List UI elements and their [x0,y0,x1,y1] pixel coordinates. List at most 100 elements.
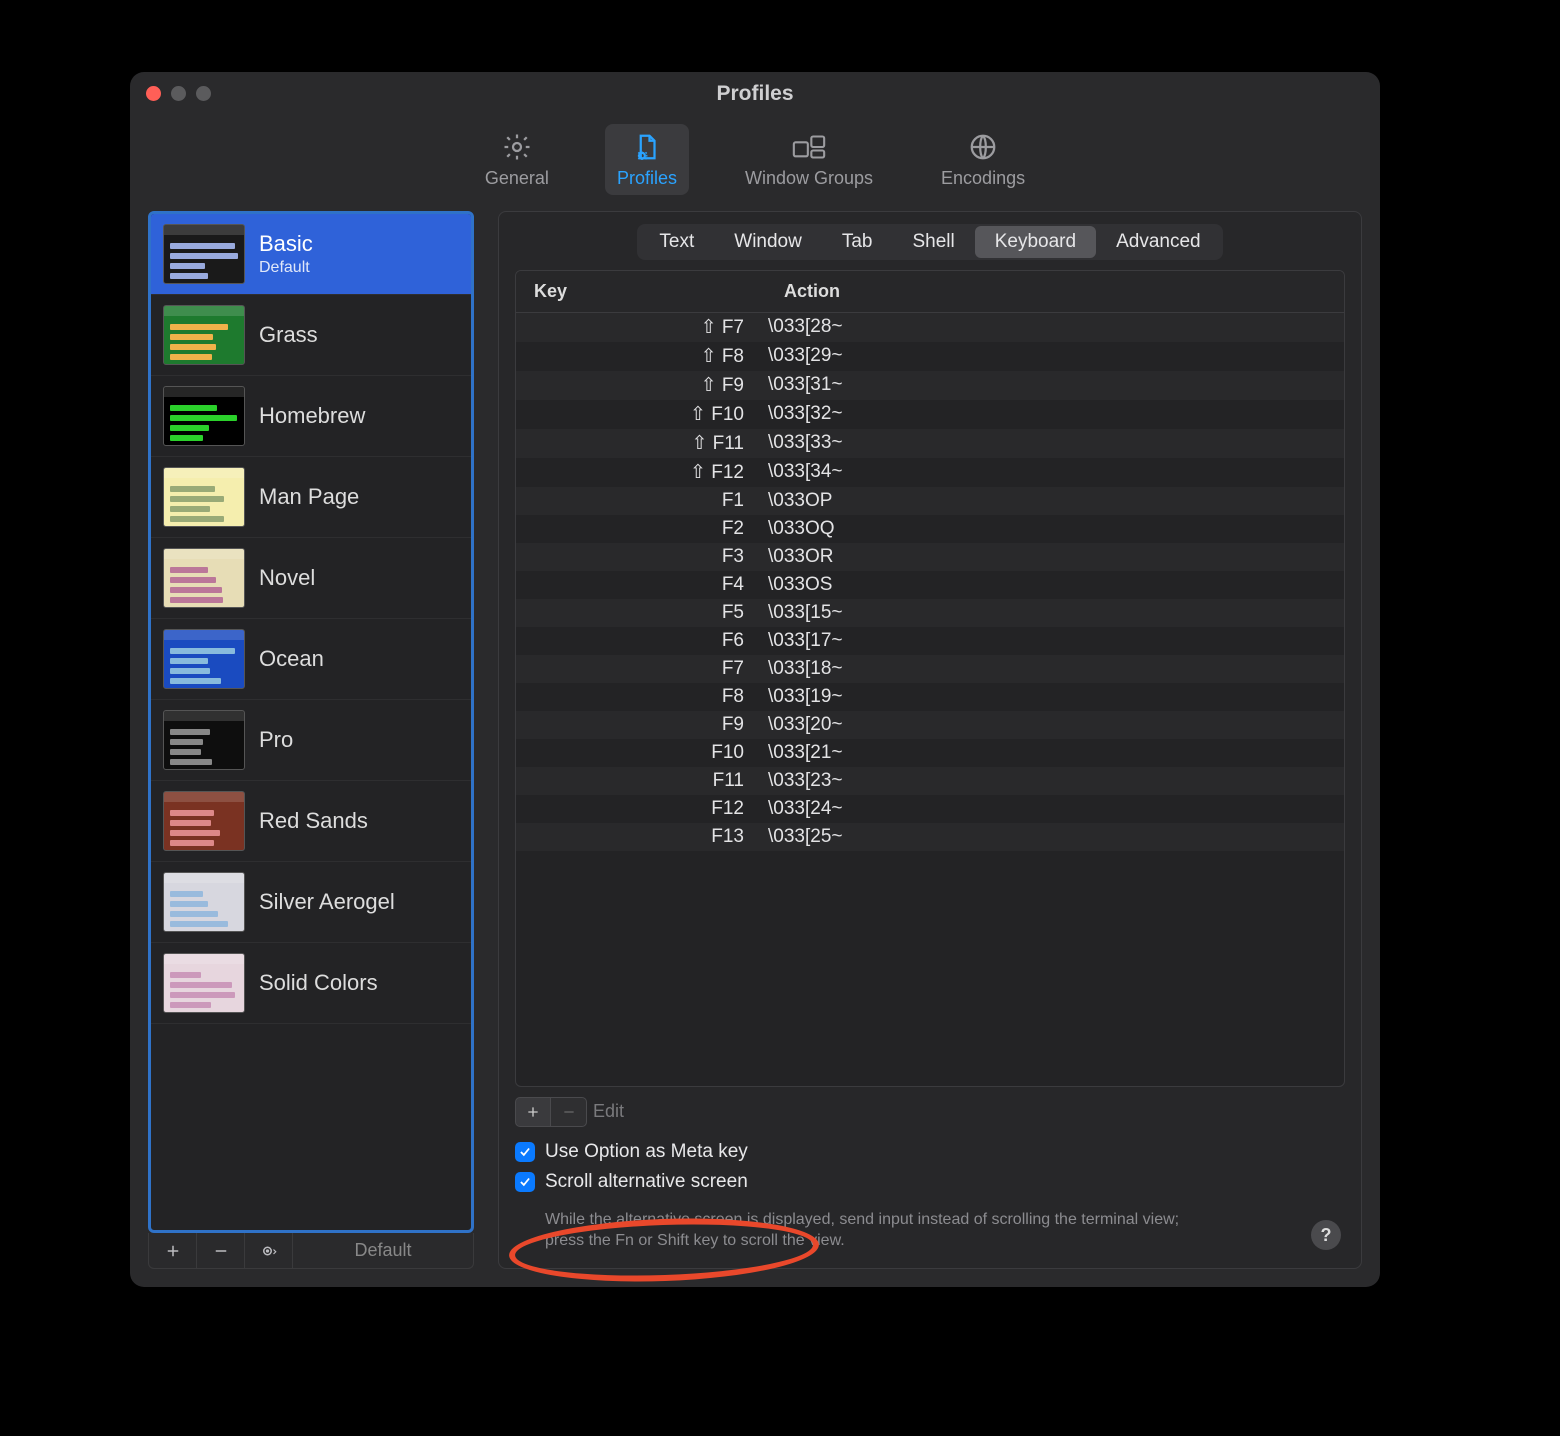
table-row[interactable]: F7\033[18~ [516,655,1344,683]
profile-item[interactable]: Homebrew [151,376,471,457]
profile-item[interactable]: Red Sands [151,781,471,862]
table-row[interactable]: F1\033OP [516,487,1344,515]
cell-action: \033[34~ [768,461,843,484]
gear-icon [499,132,535,162]
table-row[interactable]: F12\033[24~ [516,795,1344,823]
profile-thumbnail [163,548,245,608]
table-row[interactable]: ⇧ F10\033[32~ [516,400,1344,429]
cell-key: ⇧ F10 [534,403,768,426]
cell-key: F12 [534,798,768,820]
table-row[interactable]: ⇧ F9\033[31~ [516,371,1344,400]
cell-action: \033[24~ [768,798,843,820]
help-button[interactable]: ? [1311,1220,1341,1250]
profile-item[interactable]: Man Page [151,457,471,538]
titlebar: Profiles [130,72,1380,116]
profile-thumbnail [163,467,245,527]
profile-item[interactable]: Grass [151,295,471,376]
tab-tab[interactable]: Tab [822,226,893,258]
table-row[interactable]: F11\033[23~ [516,767,1344,795]
cell-action: \033[21~ [768,742,843,764]
table-row[interactable]: F4\033OS [516,571,1344,599]
toolbar-label: Encodings [941,168,1025,189]
cell-action: \033[15~ [768,602,843,624]
cell-action: \033[18~ [768,658,843,680]
table-row[interactable]: ⇧ F12\033[34~ [516,458,1344,487]
table-row[interactable]: F2\033OQ [516,515,1344,543]
profile-thumbnail [163,305,245,365]
cell-key: ⇧ F7 [534,316,768,339]
profile-doc-icon [629,132,665,162]
cell-key: F11 [534,770,768,792]
table-row[interactable]: F9\033[20~ [516,711,1344,739]
tab-advanced[interactable]: Advanced [1096,226,1221,258]
zoom-icon[interactable] [196,86,211,101]
table-row[interactable]: F8\033[19~ [516,683,1344,711]
close-icon[interactable] [146,86,161,101]
toolbar-general[interactable]: General [473,124,561,195]
table-row[interactable]: F3\033OR [516,543,1344,571]
cell-action: \033[17~ [768,630,843,652]
table-row[interactable]: F13\033[25~ [516,823,1344,851]
profile-item[interactable]: Ocean [151,619,471,700]
option-as-meta-checkbox[interactable]: Use Option as Meta key [515,1141,1345,1163]
traffic-lights [146,86,211,101]
scroll-alt-checkbox[interactable]: Scroll alternative screen [515,1171,1345,1193]
cell-action: \033[23~ [768,770,843,792]
table-row[interactable]: F10\033[21~ [516,739,1344,767]
profile-item[interactable]: Silver Aerogel [151,862,471,943]
col-key: Key [534,281,784,302]
toolbar-window-groups[interactable]: Window Groups [733,124,885,195]
profile-thumbnail [163,710,245,770]
tab-window[interactable]: Window [714,226,822,258]
cell-action: \033[25~ [768,826,843,848]
question-mark-icon: ? [1321,1225,1332,1246]
table-row[interactable]: ⇧ F11\033[33~ [516,429,1344,458]
cell-action: \033[29~ [768,345,843,368]
cell-action: \033[33~ [768,432,843,455]
table-header: Key Action [516,271,1344,313]
table-row[interactable]: ⇧ F8\033[29~ [516,342,1344,371]
profile-name: Novel [259,565,315,591]
cell-action: \033[19~ [768,686,843,708]
table-row[interactable]: ⇧ F7\033[28~ [516,313,1344,342]
add-key-button[interactable] [515,1097,551,1127]
add-profile-button[interactable] [149,1233,197,1268]
profile-item[interactable]: Pro [151,700,471,781]
tab-keyboard[interactable]: Keyboard [975,226,1096,258]
cell-action: \033[20~ [768,714,843,736]
tab-shell[interactable]: Shell [892,226,974,258]
cell-key: F5 [534,602,768,624]
profile-name: Red Sands [259,808,368,834]
cell-action: \033OS [768,574,832,596]
cell-key: F8 [534,686,768,708]
profile-name: Homebrew [259,403,365,429]
preferences-window: Profiles General Profiles Window Group [130,72,1380,1287]
checkbox-checked-icon [515,1142,535,1162]
profile-list[interactable]: BasicDefaultGrass Homebrew Man Page Novel Oc… [148,211,474,1233]
remove-profile-button[interactable] [197,1233,245,1268]
toolbar-encodings[interactable]: Encodings [929,124,1037,195]
help-text: While the alternative screen is displaye… [545,1209,1185,1252]
table-row[interactable]: F5\033[15~ [516,599,1344,627]
cell-key: F9 [534,714,768,736]
profile-subtitle: Default [259,259,313,277]
profiles-sidebar: BasicDefaultGrass Homebrew Man Page Novel Oc… [148,211,474,1269]
table-body[interactable]: ⇧ F7\033[28~⇧ F8\033[29~⇧ F9\033[31~⇧ F1… [516,313,1344,1086]
default-label: Default [354,1240,411,1261]
window-groups-icon [791,132,827,162]
minimize-icon[interactable] [171,86,186,101]
checkbox-checked-icon [515,1172,535,1192]
remove-key-button[interactable] [551,1097,587,1127]
toolbar-profiles[interactable]: Profiles [605,124,689,195]
profile-item[interactable]: BasicDefault [151,214,471,295]
profile-actions-button[interactable] [245,1233,293,1268]
set-default-button[interactable]: Default [293,1233,473,1268]
tab-text[interactable]: Text [639,226,714,258]
cell-key: F1 [534,490,768,512]
table-row[interactable]: F6\033[17~ [516,627,1344,655]
profile-item[interactable]: Novel [151,538,471,619]
checkbox-label: Use Option as Meta key [545,1141,748,1163]
profile-item[interactable]: Solid Colors [151,943,471,1024]
key-edit-controls: Edit [515,1097,1345,1127]
profile-thumbnail [163,872,245,932]
